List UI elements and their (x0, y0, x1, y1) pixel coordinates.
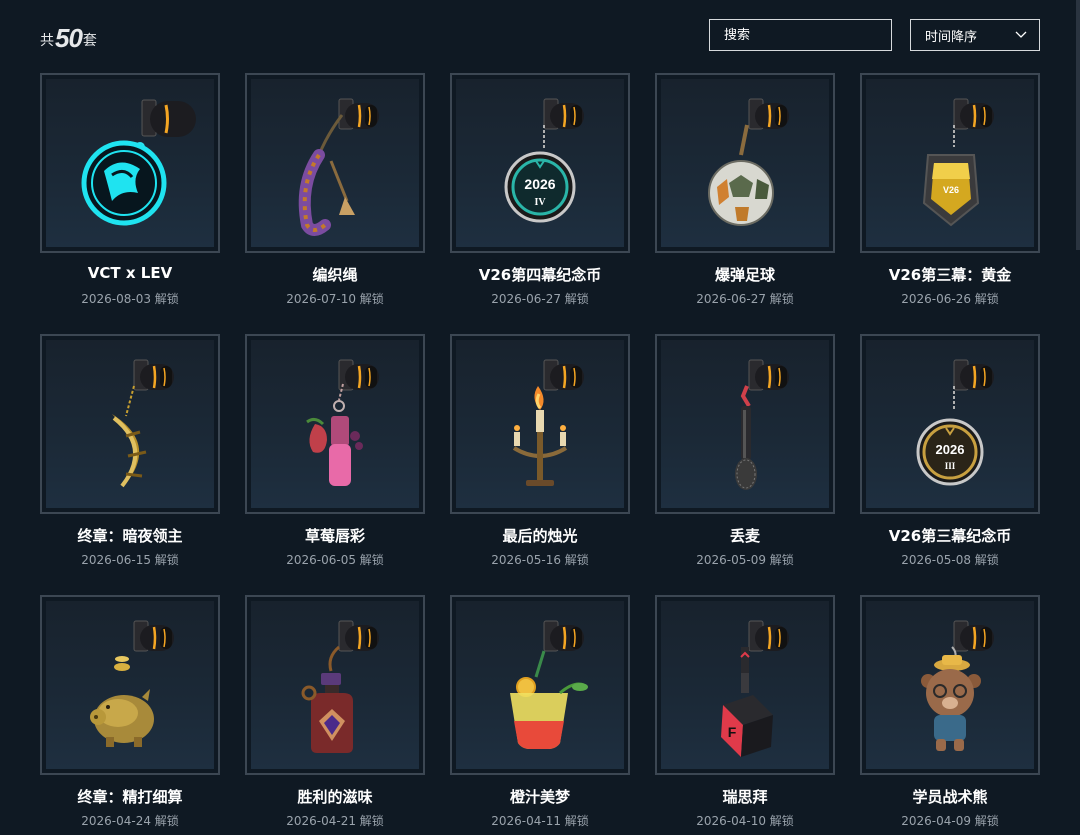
count-prefix: 共 (40, 33, 54, 49)
unlock-date: 2026-05-09 解锁 (696, 553, 794, 567)
buddy-thumbnail[interactable] (655, 73, 835, 253)
buddy-name: 最后的烛光 (502, 527, 578, 545)
buddy-card[interactable]: 爆弹足球 2026-06-27 解锁 (655, 73, 835, 313)
buddy-thumbnail[interactable] (40, 334, 220, 514)
buddy-card[interactable]: 2026 IV V26第四幕纪念币 2026-06-27 解锁 (450, 73, 630, 313)
buddy-card[interactable]: 终章：暗夜领主 2026-06-15 解锁 (40, 334, 220, 574)
unlock-date: 2026-04-10 解锁 (696, 814, 794, 828)
buddy-card[interactable]: 终章：精打细算 2026-04-24 解锁 (40, 595, 220, 835)
buddy-name: 爆弹足球 (714, 266, 775, 284)
unlock-date: 2026-06-27 解锁 (491, 292, 589, 306)
svg-text:V26: V26 (943, 185, 959, 195)
buddy-name: V26第三幕纪念币 (888, 527, 1012, 545)
unlock-date: 2026-04-09 解锁 (901, 814, 999, 828)
buddy-thumbnail[interactable]: 2026 III (860, 334, 1040, 514)
buddy-thumbnail[interactable]: 2026 IV (450, 73, 630, 253)
buddy-name: 草莓唇彩 (304, 527, 365, 545)
buddy-thumbnail[interactable]: V26 (860, 73, 1040, 253)
unlock-date: 2026-05-16 解锁 (491, 553, 589, 567)
buddy-thumbnail[interactable] (245, 334, 425, 514)
buddy-card[interactable]: 草莓唇彩 2026-06-05 解锁 (245, 334, 425, 574)
buddy-thumbnail[interactable] (860, 595, 1040, 775)
unlock-date: 2026-06-15 解锁 (81, 553, 179, 567)
buddy-thumbnail[interactable] (245, 73, 425, 253)
buddy-name: 橙汁美梦 (509, 788, 570, 806)
scrollbar[interactable] (1076, 0, 1080, 250)
buddy-thumbnail[interactable] (245, 595, 425, 775)
svg-text:III: III (945, 461, 956, 471)
buddy-name: 终章：暗夜领主 (77, 527, 183, 545)
buddy-card[interactable]: F 瑞思拜 2026-04-10 解锁 (655, 595, 835, 835)
buddy-card[interactable]: V26 V26第三幕：黄金 2026-06-26 解锁 (860, 73, 1040, 313)
buddy-card[interactable]: VCT x LEV 2026-08-03 解锁 (40, 73, 220, 313)
unlock-date: 2026-06-27 解锁 (696, 292, 794, 306)
count-number: 50 (55, 23, 83, 53)
count-suffix: 套 (82, 33, 97, 49)
buddy-name: 丢麦 (729, 527, 760, 545)
buddy-name: 瑞思拜 (722, 788, 768, 806)
unlock-date: 2026-08-03 解锁 (81, 292, 179, 306)
unlock-date: 2026-06-05 解锁 (286, 553, 384, 567)
sort-label: 时间降序 (925, 29, 978, 45)
svg-text:F: F (728, 724, 737, 740)
buddy-card[interactable]: 最后的烛光 2026-05-16 解锁 (450, 334, 630, 574)
buddy-thumbnail[interactable]: F (655, 595, 835, 775)
collection-count: 共 50 套 (40, 22, 97, 53)
buddy-thumbnail[interactable] (450, 595, 630, 775)
buddy-card[interactable]: 编织绳 2026-07-10 解锁 (245, 73, 425, 313)
buddy-thumbnail[interactable] (450, 334, 630, 514)
buddy-name: 编织绳 (312, 266, 358, 284)
buddy-name: V26第三幕：黄金 (888, 266, 1012, 284)
svg-text:2026: 2026 (936, 442, 965, 457)
chevron-down-icon (1015, 28, 1027, 43)
buddy-card[interactable]: 丢麦 2026-05-09 解锁 (655, 334, 835, 574)
buddy-name: 胜利的滋味 (297, 788, 373, 806)
buddy-card[interactable]: 胜利的滋味 2026-04-21 解锁 (245, 595, 425, 835)
buddy-card[interactable]: 2026 III V26第三幕纪念币 2026-05-08 解锁 (860, 334, 1040, 574)
buddy-name: V26第四幕纪念币 (478, 266, 602, 284)
buddy-card[interactable]: 橙汁美梦 2026-04-11 解锁 (450, 595, 630, 835)
buddy-card[interactable]: 学员战术熊 2026-04-09 解锁 (860, 595, 1040, 835)
buddy-name: 学员战术熊 (912, 788, 988, 806)
unlock-date: 2026-05-08 解锁 (901, 553, 999, 567)
buddy-thumbnail[interactable] (40, 595, 220, 775)
buddy-thumbnail[interactable] (40, 73, 220, 253)
search-input[interactable] (709, 19, 892, 51)
unlock-date: 2026-04-11 解锁 (491, 814, 589, 828)
buddy-thumbnail[interactable] (655, 334, 835, 514)
svg-text:2026: 2026 (524, 176, 555, 192)
sort-dropdown[interactable]: 时间降序 (910, 19, 1040, 51)
unlock-date: 2026-04-21 解锁 (286, 814, 384, 828)
svg-text:IV: IV (534, 197, 546, 208)
unlock-date: 2026-06-26 解锁 (901, 292, 999, 306)
unlock-date: 2026-04-24 解锁 (81, 814, 179, 828)
unlock-date: 2026-07-10 解锁 (286, 292, 384, 306)
buddy-name: VCT x LEV (87, 264, 173, 282)
buddy-name: 终章：精打细算 (77, 788, 183, 806)
